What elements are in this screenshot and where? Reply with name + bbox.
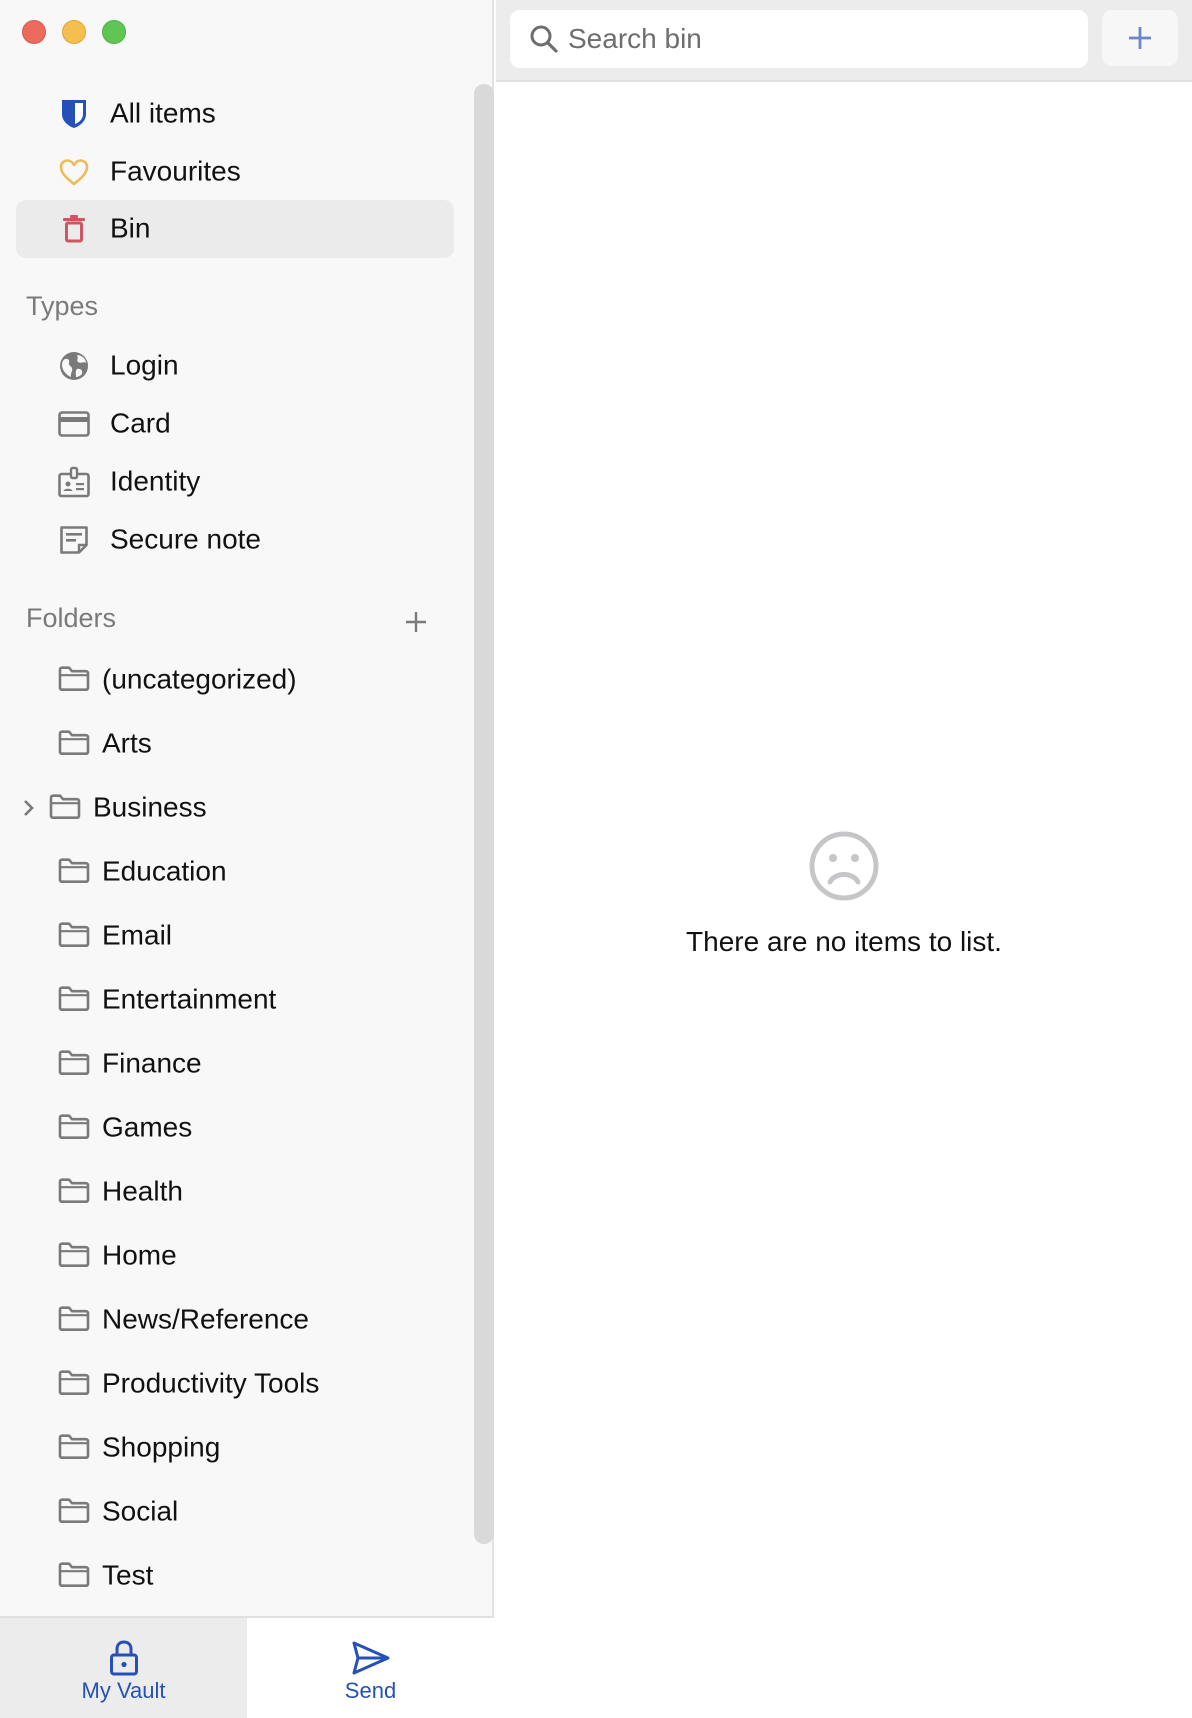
window-controls bbox=[22, 20, 126, 44]
folder-label: Finance bbox=[102, 1047, 202, 1079]
sidebar-item-label: Login bbox=[110, 349, 179, 381]
folder-icon bbox=[58, 922, 90, 948]
folder-icon bbox=[49, 794, 81, 820]
heart-icon bbox=[58, 156, 90, 188]
empty-state: There are no items to list. bbox=[496, 830, 1192, 958]
sidebar-item-label: Secure note bbox=[110, 523, 261, 555]
folder-label: (uncategorized) bbox=[102, 663, 297, 695]
tab-send[interactable]: Send bbox=[247, 1618, 494, 1718]
folder-item-business[interactable]: Business bbox=[0, 778, 470, 838]
folder-label: Health bbox=[102, 1175, 183, 1207]
folder-label: Productivity Tools bbox=[102, 1367, 320, 1399]
folder-item-finance[interactable]: Finance bbox=[0, 1034, 470, 1094]
id-card-icon bbox=[58, 466, 90, 498]
sidebar-item-bin[interactable]: Bin bbox=[16, 200, 454, 258]
folder-label: Email bbox=[102, 919, 173, 951]
folder-label: Entertainment bbox=[102, 983, 277, 1015]
folder-icon bbox=[58, 1562, 90, 1588]
chevron-right-icon[interactable] bbox=[22, 798, 36, 818]
trash-icon bbox=[58, 213, 90, 245]
plus-icon bbox=[406, 612, 426, 632]
bottom-tab-bar: My Vault Send bbox=[0, 1616, 494, 1718]
tab-label: My Vault bbox=[81, 1678, 166, 1703]
folder-label: Business bbox=[93, 791, 207, 823]
folder-icon bbox=[58, 730, 90, 756]
folder-icon bbox=[58, 666, 90, 692]
folder-item-uncategorized[interactable]: (uncategorized) bbox=[0, 650, 470, 710]
folder-label: Test bbox=[102, 1559, 154, 1591]
minimize-window-button[interactable] bbox=[62, 20, 86, 44]
shield-icon bbox=[58, 98, 90, 130]
folders-heading: Folders bbox=[26, 603, 117, 633]
folder-item-productivity-tools[interactable]: Productivity Tools bbox=[0, 1354, 470, 1414]
folder-label: Shopping bbox=[102, 1431, 221, 1463]
frown-icon bbox=[809, 831, 879, 901]
folder-label: Education bbox=[102, 855, 227, 887]
lock-icon bbox=[104, 1638, 144, 1678]
folder-item-home[interactable]: Home bbox=[0, 1226, 470, 1286]
globe-icon bbox=[58, 350, 90, 382]
credit-card-icon bbox=[58, 408, 90, 440]
search-icon bbox=[530, 25, 558, 53]
folder-item-health[interactable]: Health bbox=[0, 1162, 470, 1222]
sidebar-item-card[interactable]: Card bbox=[16, 395, 454, 453]
main-panel: There are no items to list. bbox=[496, 0, 1192, 1718]
sidebar-item-label: Identity bbox=[110, 465, 201, 497]
search-input[interactable] bbox=[568, 10, 1068, 68]
folder-icon bbox=[58, 986, 90, 1012]
sidebar-item-identity[interactable]: Identity bbox=[16, 453, 454, 511]
folder-label: Social bbox=[102, 1495, 179, 1527]
tab-label: Send bbox=[344, 1678, 397, 1703]
folder-icon bbox=[58, 1306, 90, 1332]
types-heading: Types bbox=[26, 291, 99, 321]
folder-item-shopping[interactable]: Shopping bbox=[0, 1418, 470, 1478]
folder-item-entertainment[interactable]: Entertainment bbox=[0, 970, 470, 1030]
add-item-button[interactable] bbox=[1102, 10, 1178, 66]
sidebar-item-secure-note[interactable]: Secure note bbox=[16, 511, 454, 569]
sidebar-item-label: Card bbox=[110, 407, 171, 439]
folder-icon bbox=[58, 1434, 90, 1460]
folder-icon bbox=[58, 1242, 90, 1268]
sidebar-scrollbar[interactable] bbox=[474, 84, 494, 1544]
folder-icon bbox=[58, 1114, 90, 1140]
folder-item-email[interactable]: Email bbox=[0, 906, 470, 966]
list-header bbox=[496, 0, 1192, 82]
folder-icon bbox=[58, 1178, 90, 1204]
folder-label: Games bbox=[102, 1111, 193, 1143]
send-icon bbox=[351, 1638, 391, 1678]
folder-item-education[interactable]: Education bbox=[0, 842, 470, 902]
sidebar: All items Favourites Bin Types Login Car… bbox=[0, 0, 494, 1718]
sidebar-item-all-items[interactable]: All items bbox=[16, 85, 454, 143]
folder-item-test[interactable]: Test bbox=[0, 1546, 470, 1606]
folder-label: News/Reference bbox=[102, 1303, 309, 1335]
sidebar-item-label: Bin bbox=[110, 212, 151, 244]
folder-icon bbox=[58, 858, 90, 884]
zoom-window-button[interactable] bbox=[102, 20, 126, 44]
folder-icon bbox=[58, 1370, 90, 1396]
folder-icon bbox=[58, 1498, 90, 1524]
add-folder-button[interactable] bbox=[400, 606, 432, 638]
folder-icon bbox=[58, 1050, 90, 1076]
empty-state-message: There are no items to list. bbox=[686, 926, 1002, 957]
search-box[interactable] bbox=[510, 10, 1088, 68]
tab-my-vault[interactable]: My Vault bbox=[0, 1618, 247, 1718]
note-icon bbox=[58, 524, 90, 556]
sidebar-item-label: Favourites bbox=[110, 155, 241, 187]
folder-item-games[interactable]: Games bbox=[0, 1098, 470, 1158]
plus-icon bbox=[1129, 27, 1151, 49]
folder-label: Arts bbox=[102, 727, 152, 759]
sidebar-item-favourites[interactable]: Favourites bbox=[16, 143, 454, 201]
close-window-button[interactable] bbox=[22, 20, 46, 44]
sidebar-item-label: All items bbox=[110, 97, 216, 129]
folder-item-arts[interactable]: Arts bbox=[0, 714, 470, 774]
folder-item-news-reference[interactable]: News/Reference bbox=[0, 1290, 470, 1350]
sidebar-item-login[interactable]: Login bbox=[16, 337, 454, 395]
folder-label: Home bbox=[102, 1239, 177, 1271]
folder-item-social[interactable]: Social bbox=[0, 1482, 470, 1542]
